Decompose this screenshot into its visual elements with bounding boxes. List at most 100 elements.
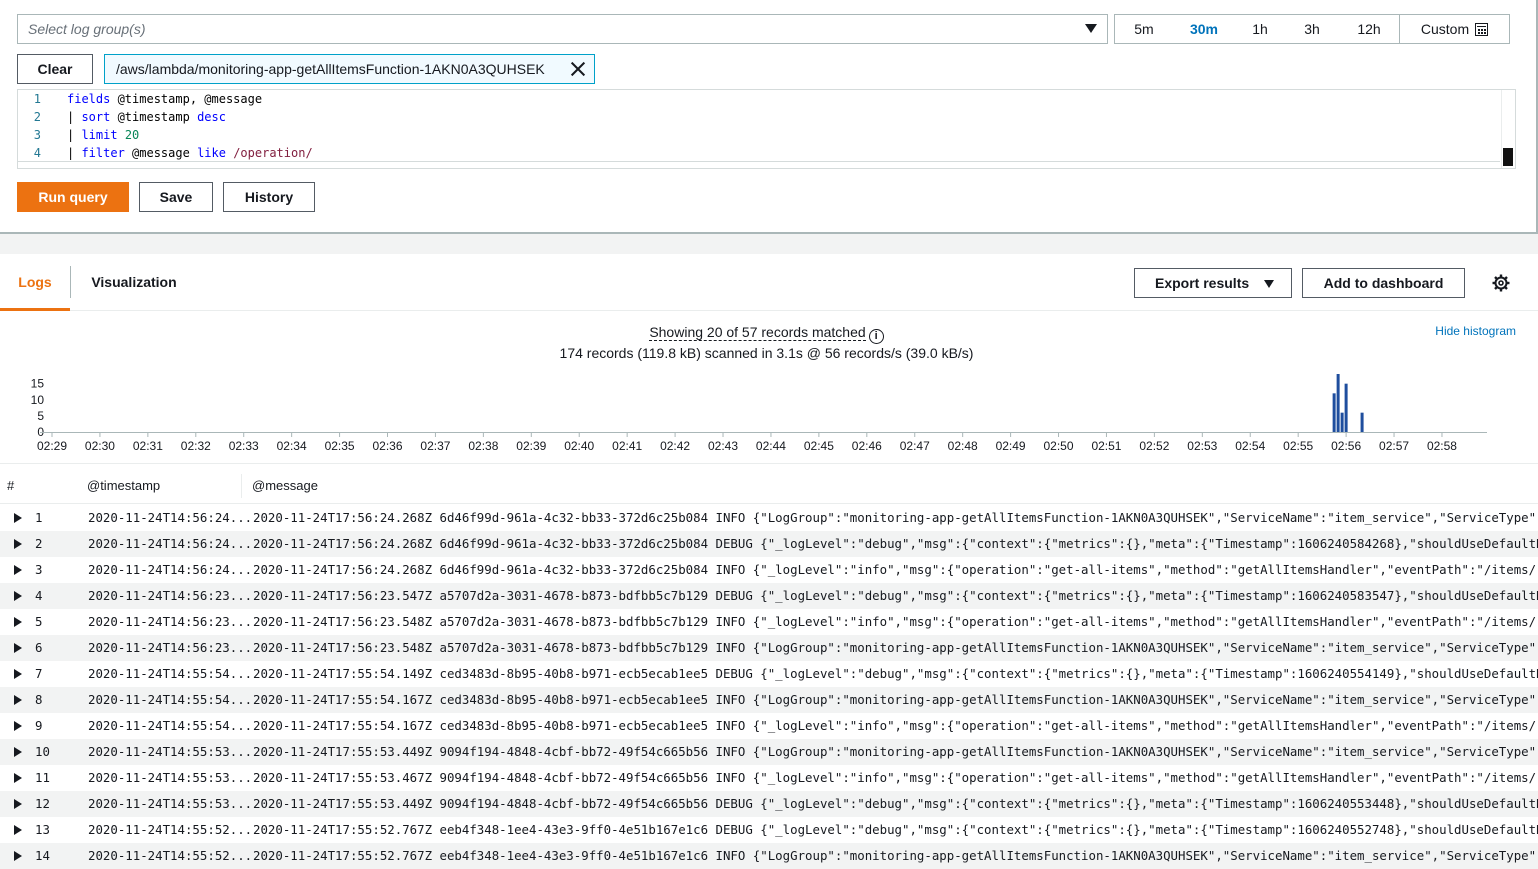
- x-tick-label: 02:50: [1044, 439, 1074, 453]
- histogram-bar[interactable]: [1344, 383, 1348, 432]
- column-header-index[interactable]: #: [7, 464, 14, 508]
- section-gap: [0, 234, 1538, 254]
- column-resizer[interactable]: [241, 474, 242, 498]
- expand-row-icon[interactable]: [14, 799, 22, 809]
- clear-button[interactable]: Clear: [17, 54, 93, 84]
- table-row[interactable]: 10 2020-11-24T14:55:53... 2020-11-24T17:55…: [0, 739, 1538, 765]
- table-row[interactable]: 14 2020-11-24T14:55:52... 2020-11-24T17:55…: [0, 843, 1538, 869]
- x-tick-label: 02:40: [564, 439, 594, 453]
- column-header-timestamp[interactable]: @timestamp: [87, 464, 160, 508]
- records-matched-summary: Showing 20 of 57 records matched i: [0, 323, 1533, 344]
- selected-log-group-label: /aws/lambda/monitoring-app-getAllItemsFu…: [116, 61, 545, 77]
- export-results-button[interactable]: Export results: [1134, 268, 1292, 298]
- row-message: 2020-11-24T17:55:53.467Z 9094f194-4848-4…: [253, 770, 1538, 785]
- expand-row-icon[interactable]: [14, 669, 22, 679]
- editor-code: | limit 20: [67, 128, 140, 142]
- histogram-bar[interactable]: [1360, 412, 1364, 432]
- row-timestamp: 2020-11-24T14:55:54...: [88, 692, 253, 707]
- tab-visualization[interactable]: Visualization: [71, 254, 197, 310]
- x-tick-label: 02:41: [612, 439, 642, 453]
- log-group-select[interactable]: Select log group(s): [17, 14, 1108, 44]
- table-row[interactable]: 6 2020-11-24T14:56:23... 2020-11-24T17:56:…: [0, 635, 1538, 661]
- expand-row-icon[interactable]: [14, 773, 22, 783]
- gear-icon[interactable]: [1492, 274, 1510, 292]
- tab-logs[interactable]: Logs: [0, 254, 70, 311]
- editor-code: fields @timestamp, @message: [67, 92, 263, 106]
- save-button[interactable]: Save: [139, 182, 213, 212]
- histogram-bar[interactable]: [1340, 412, 1344, 432]
- records-scanned-summary: 174 records (119.8 kB) scanned in 3.1s @…: [559, 345, 974, 361]
- row-index: 14: [35, 848, 50, 863]
- line-number: 4: [33, 146, 41, 160]
- x-tick-label: 02:51: [1091, 439, 1121, 453]
- expand-row-icon[interactable]: [14, 825, 22, 835]
- info-icon[interactable]: i: [868, 329, 884, 344]
- x-tick-label: 02:53: [1187, 439, 1217, 453]
- query-editor[interactable]: 1 fields @timestamp, @message 2 | sort @…: [17, 89, 1516, 169]
- x-tick-label: 02:46: [852, 439, 882, 453]
- expand-row-icon[interactable]: [14, 617, 22, 627]
- table-row[interactable]: 1 2020-11-24T14:56:24... 2020-11-24T17:56:…: [0, 505, 1538, 531]
- y-tick-label: 5: [37, 409, 44, 423]
- x-tick-label: 02:32: [181, 439, 211, 453]
- table-row[interactable]: 7 2020-11-24T14:55:54... 2020-11-24T17:55:…: [0, 661, 1538, 687]
- y-tick-label: 10: [31, 393, 45, 407]
- row-index: 9: [35, 718, 43, 733]
- x-tick-label: 02:52: [1139, 439, 1169, 453]
- row-index: 2: [35, 536, 43, 551]
- time-range-30m[interactable]: 30m: [1173, 15, 1235, 43]
- table-row[interactable]: 8 2020-11-24T14:55:54... 2020-11-24T17:55:…: [0, 687, 1538, 713]
- expand-row-icon[interactable]: [14, 565, 22, 575]
- time-range-3h[interactable]: 3h: [1285, 15, 1339, 43]
- row-index: 4: [35, 588, 43, 603]
- caret-down-icon: [1264, 280, 1274, 288]
- time-range-1h[interactable]: 1h: [1235, 15, 1285, 43]
- time-range-5m[interactable]: 5m: [1115, 15, 1173, 43]
- column-header-message[interactable]: @message: [252, 464, 318, 508]
- history-button[interactable]: History: [223, 182, 315, 212]
- table-row[interactable]: 3 2020-11-24T14:56:24... 2020-11-24T17:56:…: [0, 557, 1538, 583]
- expand-row-icon[interactable]: [14, 513, 22, 523]
- table-row[interactable]: 11 2020-11-24T14:55:53... 2020-11-24T17:55…: [0, 765, 1538, 791]
- row-message: 2020-11-24T17:55:54.167Z ced3483d-8b95-4…: [253, 692, 1538, 707]
- expand-row-icon[interactable]: [14, 643, 22, 653]
- table-row[interactable]: 9 2020-11-24T14:55:54... 2020-11-24T17:55:…: [0, 713, 1538, 739]
- time-range-12h[interactable]: 12h: [1339, 15, 1399, 43]
- chevron-down-icon: [1085, 24, 1097, 33]
- add-to-dashboard-button[interactable]: Add to dashboard: [1302, 268, 1465, 298]
- histogram-bar[interactable]: [1336, 374, 1340, 432]
- x-tick-label: 02:43: [708, 439, 738, 453]
- editor-code: | filter @message like /operation/: [67, 146, 313, 160]
- expand-row-icon[interactable]: [14, 695, 22, 705]
- row-index: 3: [35, 562, 43, 577]
- editor-scrollbar[interactable]: [1501, 90, 1515, 168]
- table-row[interactable]: 4 2020-11-24T14:56:23... 2020-11-24T17:56:…: [0, 583, 1538, 609]
- time-range-custom[interactable]: Custom: [1399, 15, 1509, 43]
- table-row[interactable]: 12 2020-11-24T14:55:53... 2020-11-24T17:55…: [0, 791, 1538, 817]
- records-matched-text: Showing 20 of 57 records matched: [649, 324, 866, 341]
- expand-row-icon[interactable]: [14, 851, 22, 861]
- close-icon[interactable]: [570, 61, 586, 77]
- table-row[interactable]: 13 2020-11-24T14:55:52... 2020-11-24T17:55…: [0, 817, 1538, 843]
- run-query-button[interactable]: Run query: [17, 182, 129, 212]
- table-row[interactable]: 5 2020-11-24T14:56:23... 2020-11-24T17:56:…: [0, 609, 1538, 635]
- row-index: 1: [35, 510, 43, 525]
- x-tick-label: 02:55: [1283, 439, 1313, 453]
- expand-row-icon[interactable]: [14, 721, 22, 731]
- editor-line: 3 | limit 20: [18, 126, 1500, 144]
- resize-handle[interactable]: [1503, 148, 1513, 166]
- row-message: 2020-11-24T17:56:24.268Z 6d46f99d-961a-4…: [253, 536, 1538, 551]
- hide-histogram-link[interactable]: Hide histogram: [1420, 324, 1516, 338]
- expand-row-icon[interactable]: [14, 747, 22, 757]
- row-message: 2020-11-24T17:56:24.268Z 6d46f99d-961a-4…: [253, 510, 1538, 525]
- expand-row-icon[interactable]: [14, 539, 22, 549]
- x-tick-label: 02:39: [516, 439, 546, 453]
- table-row[interactable]: 2 2020-11-24T14:56:24... 2020-11-24T17:56:…: [0, 531, 1538, 557]
- row-message: 2020-11-24T17:55:52.767Z eeb4f348-1ee4-4…: [253, 848, 1538, 863]
- expand-row-icon[interactable]: [14, 591, 22, 601]
- row-timestamp: 2020-11-24T14:56:23...: [88, 588, 253, 603]
- histogram-bar[interactable]: [1332, 393, 1336, 432]
- row-timestamp: 2020-11-24T14:55:52...: [88, 822, 253, 837]
- row-message: 2020-11-24T17:55:53.449Z 9094f194-4848-4…: [253, 796, 1538, 811]
- x-tick-label: 02:42: [660, 439, 690, 453]
